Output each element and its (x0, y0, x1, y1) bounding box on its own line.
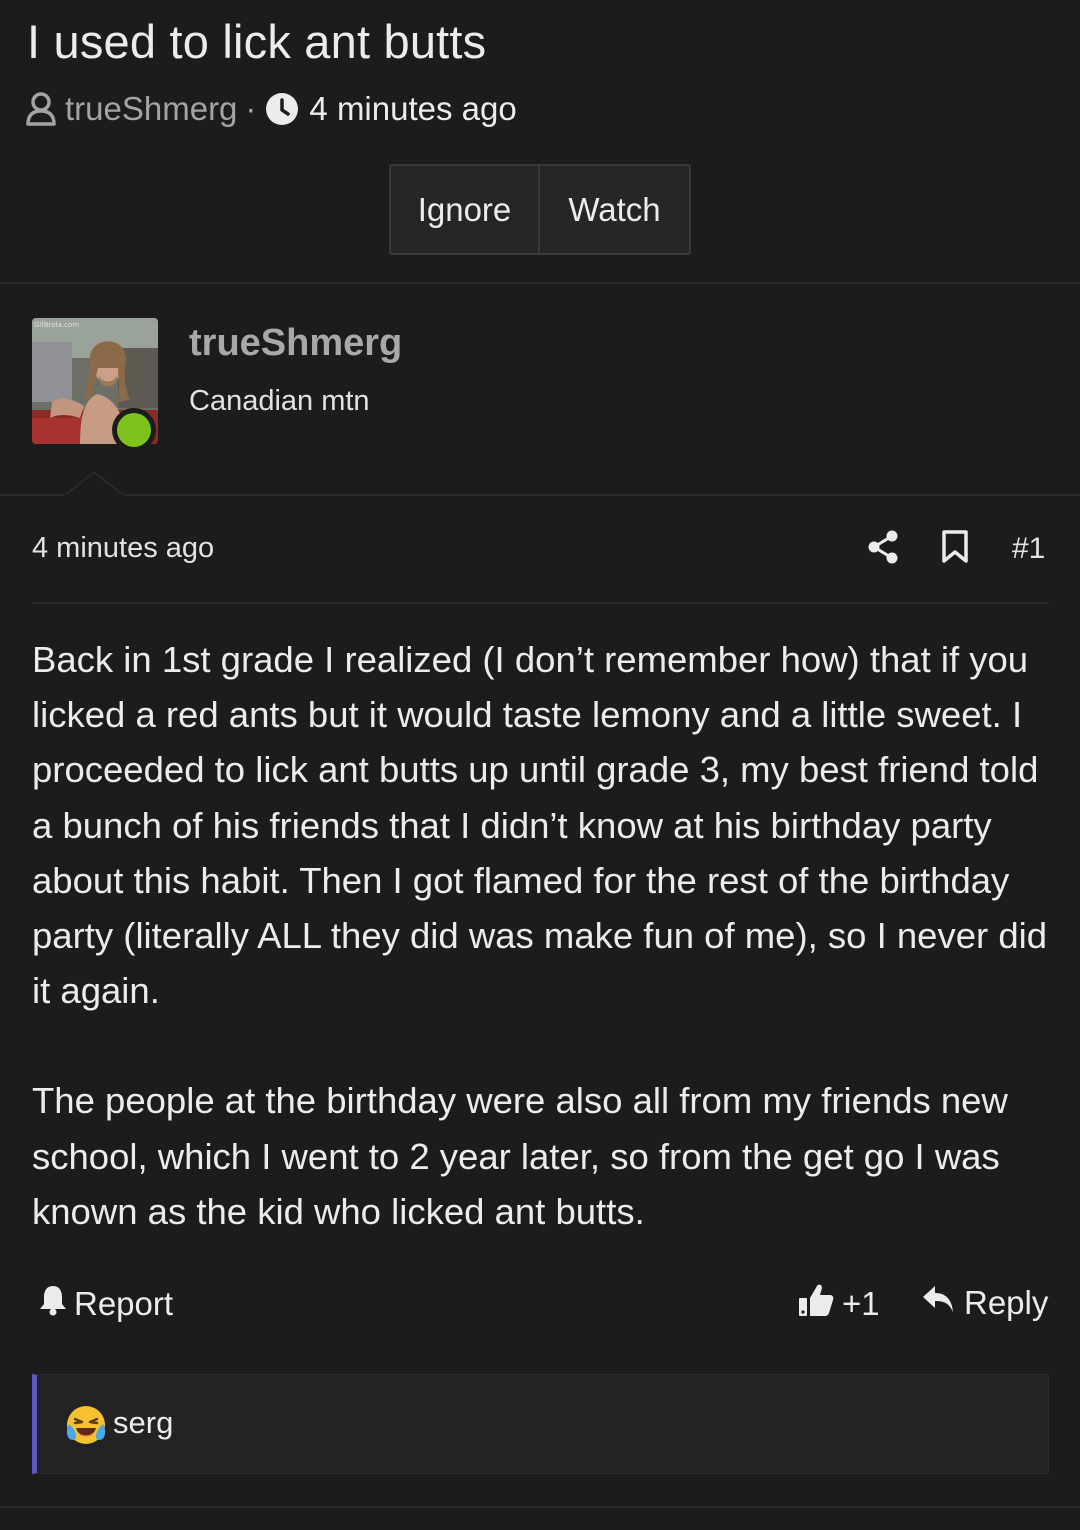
reaction-user-link[interactable]: serg (113, 1405, 173, 1441)
bell-icon (38, 1284, 74, 1324)
author-arrow (61, 470, 127, 501)
like-count: +1 (842, 1285, 880, 1322)
post-author-name[interactable]: trueShmerg (189, 322, 402, 365)
divider (0, 1506, 1080, 1508)
ignore-button[interactable]: Ignore (391, 166, 540, 253)
thumbs-up-icon (798, 1282, 842, 1326)
report-button[interactable]: Report (38, 1284, 173, 1324)
online-status-indicator (110, 406, 158, 459)
post-body: Back in 1st grade I realized (I don’t re… (32, 632, 1052, 1239)
reactions-bar[interactable]: serg (32, 1374, 1049, 1474)
thread-header: I used to lick ant butts trueShmerg · 4 … (0, 0, 1080, 284)
reply-label: Reply (964, 1284, 1049, 1321)
post-time[interactable]: 4 minutes ago (32, 532, 214, 565)
reply-arrow-icon (922, 1284, 964, 1322)
reply-button[interactable]: Reply (922, 1284, 1048, 1322)
meta-separator: · (245, 90, 257, 127)
post-author-block: GifBrola.com trueShmerg Canadian mtn (0, 284, 1080, 498)
thread-title: I used to lick ant butts (27, 15, 487, 68)
user-icon (25, 92, 57, 126)
post-paragraph: The people at the birthday were also all… (32, 1080, 1008, 1232)
like-button[interactable]: +1 (798, 1282, 880, 1326)
divider (32, 602, 1049, 604)
post-paragraph: Back in 1st grade I realized (I don’t re… (32, 639, 1048, 1012)
share-icon[interactable] (867, 530, 899, 569)
thread-actions: Ignore Watch (389, 164, 691, 255)
clock-icon (265, 92, 299, 126)
thread-time[interactable]: 4 minutes ago (309, 90, 516, 128)
thread-author-link[interactable]: trueShmerg (65, 90, 237, 128)
bookmark-icon[interactable] (941, 530, 969, 569)
post-permalink-number[interactable]: #1 (1012, 532, 1045, 566)
crying-laughing-emoji-icon (65, 1404, 107, 1451)
post-author-title: Canadian mtn (189, 385, 370, 417)
page: I used to lick ant butts trueShmerg · 4 … (0, 0, 1080, 1530)
thread-meta: trueShmerg · 4 minutes ago (25, 90, 517, 128)
report-label: Report (74, 1285, 174, 1322)
avatar-watermark: GifBrola.com (34, 321, 79, 329)
watch-button[interactable]: Watch (540, 166, 689, 253)
